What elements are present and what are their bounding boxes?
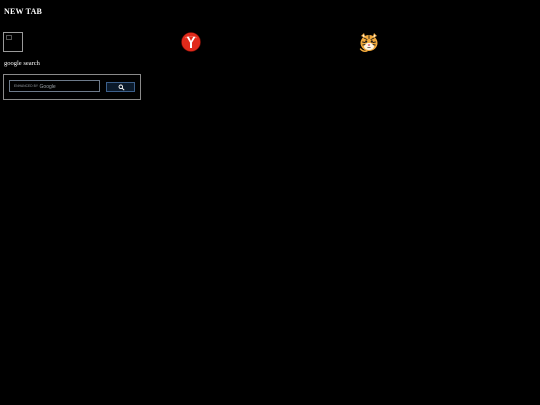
broken-image-icon[interactable] [3,32,23,52]
search-button[interactable] [106,82,135,92]
google-brand-label: Google [39,84,56,90]
broken-image-placeholder [6,35,12,40]
page-title: NEW TAB [4,7,43,16]
google-search-box: ENHANCED BY Google [3,74,141,100]
yandex-browser-icon[interactable] [181,32,201,52]
tiger-icon[interactable] [358,31,380,53]
search-caption: google search [4,60,40,67]
search-icon [118,84,125,91]
enhanced-by-label: ENHANCED BY [14,84,39,88]
search-input[interactable]: ENHANCED BY Google [9,80,100,92]
